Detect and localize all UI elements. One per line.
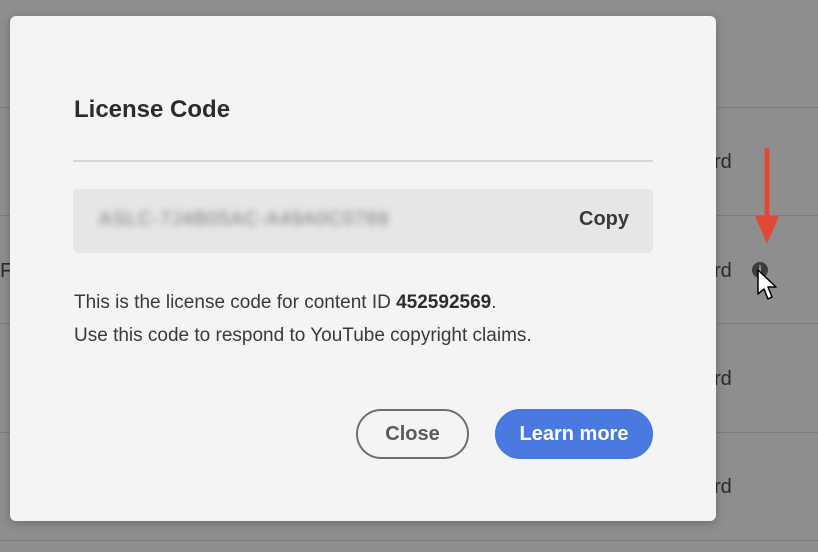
row-license-value: rd	[714, 368, 732, 390]
description-line-2: Use this code to respond to YouTube copy…	[74, 325, 532, 346]
license-code-value: ASLC-7J4B05AC-A49A0C0789	[99, 209, 390, 230]
description-line-1: This is the license code for content ID …	[74, 292, 497, 314]
description-suffix: .	[491, 292, 497, 313]
row-license-value: rd	[714, 476, 732, 498]
row-divider	[0, 540, 818, 541]
dialog-title: License Code	[74, 96, 231, 123]
copy-button[interactable]: Copy	[579, 208, 629, 231]
mouse-cursor-icon	[757, 269, 777, 300]
row-license-value: rd	[714, 151, 732, 173]
license-code-field: ASLC-7J4B05AC-A49A0C0789 Copy	[73, 189, 653, 253]
annotation-arrow-icon	[755, 147, 779, 244]
title-divider	[73, 160, 653, 162]
description-prefix: This is the license code for content ID	[74, 292, 397, 313]
row-license-value: rd	[714, 260, 732, 282]
license-code-dialog: License Code ASLC-7J4B05AC-A49A0C0789 Co…	[10, 16, 716, 521]
content-id: 452592569	[396, 292, 492, 313]
learn-more-button[interactable]: Learn more	[495, 409, 653, 459]
close-button[interactable]: Close	[356, 409, 469, 459]
